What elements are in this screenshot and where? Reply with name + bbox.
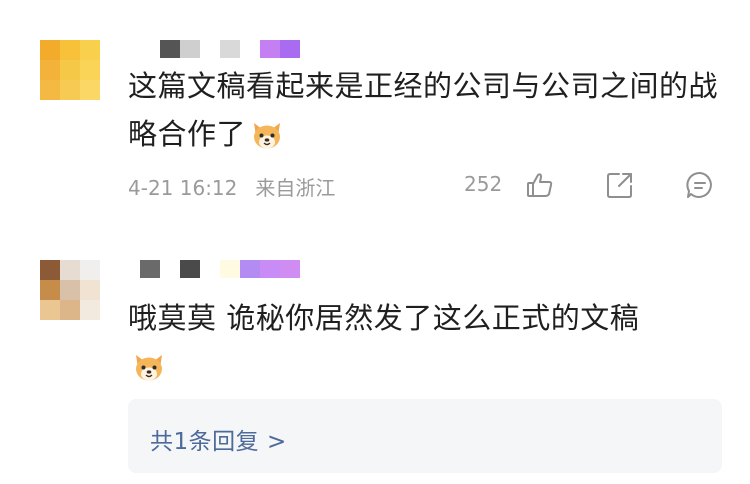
avatar-pixel (40, 280, 60, 300)
avatar-pixel (60, 280, 80, 300)
comment-body: 这篇文稿看起来是正经的公司与公司之间的战略合作了 (128, 69, 719, 151)
avatar-pixel (60, 80, 80, 100)
avatar-pixel (40, 80, 60, 100)
username-pixel (260, 260, 280, 278)
comment-item: 哦莫莫 诡秘你居然发了这么正式的文稿 共1条回复 > (0, 232, 750, 484)
username-pixel (240, 260, 260, 278)
comment-item: 这篇文稿看起来是正经的公司与公司之间的战略合作了 4-21 16:12 来自浙江 … (0, 0, 750, 232)
username-pixel (160, 40, 180, 58)
comment-location: 来自浙江 (255, 176, 336, 200)
comment-meta: 4-21 16:12 来自浙江 (128, 172, 335, 201)
avatar-pixel (80, 280, 100, 300)
username-pixel (200, 40, 220, 58)
thumbs-up-icon[interactable] (525, 170, 555, 200)
username-pixel (260, 40, 280, 58)
username-mosaic[interactable] (140, 260, 300, 278)
avatar-pixel (80, 40, 100, 60)
view-replies-link[interactable]: 共1条回复 > (150, 422, 287, 456)
avatar-pixel (80, 260, 100, 280)
username-mosaic[interactable] (160, 40, 300, 58)
username-pixel (180, 260, 200, 278)
dog-face-emoji-icon (250, 116, 284, 164)
avatar-pixel (80, 80, 100, 100)
avatar-pixel (80, 300, 100, 320)
username-pixel (220, 260, 240, 278)
avatar-pixel (60, 60, 80, 80)
comment-body: 哦莫莫 诡秘你居然发了这么正式的文稿 (128, 301, 640, 335)
username-pixel (200, 260, 220, 278)
comment-icon[interactable] (685, 170, 715, 200)
avatar-pixel (40, 300, 60, 320)
username-pixel (160, 260, 180, 278)
avatar-pixel (60, 40, 80, 60)
username-pixel (280, 260, 300, 278)
dog-face-emoji-icon (132, 348, 166, 396)
avatar-pixel (60, 300, 80, 320)
like-count: 252 (464, 172, 503, 196)
share-icon[interactable] (605, 170, 635, 200)
replies-panel[interactable]: 共1条回复 > (128, 399, 722, 473)
avatar-pixel (40, 260, 60, 280)
avatar-pixel (80, 60, 100, 80)
comment-text: 哦莫莫 诡秘你居然发了这么正式的文稿 (128, 294, 728, 396)
avatar-pixel (40, 40, 60, 60)
username-pixel (180, 40, 200, 58)
comment-text: 这篇文稿看起来是正经的公司与公司之间的战略合作了 (128, 62, 728, 164)
username-pixel (280, 40, 300, 58)
username-pixel (140, 260, 160, 278)
username-pixel (240, 40, 260, 58)
comment-time: 4-21 16:12 (128, 176, 238, 200)
avatar[interactable] (40, 260, 100, 320)
username-pixel (220, 40, 240, 58)
avatar[interactable] (40, 40, 100, 100)
avatar-pixel (40, 60, 60, 80)
avatar-pixel (60, 260, 80, 280)
